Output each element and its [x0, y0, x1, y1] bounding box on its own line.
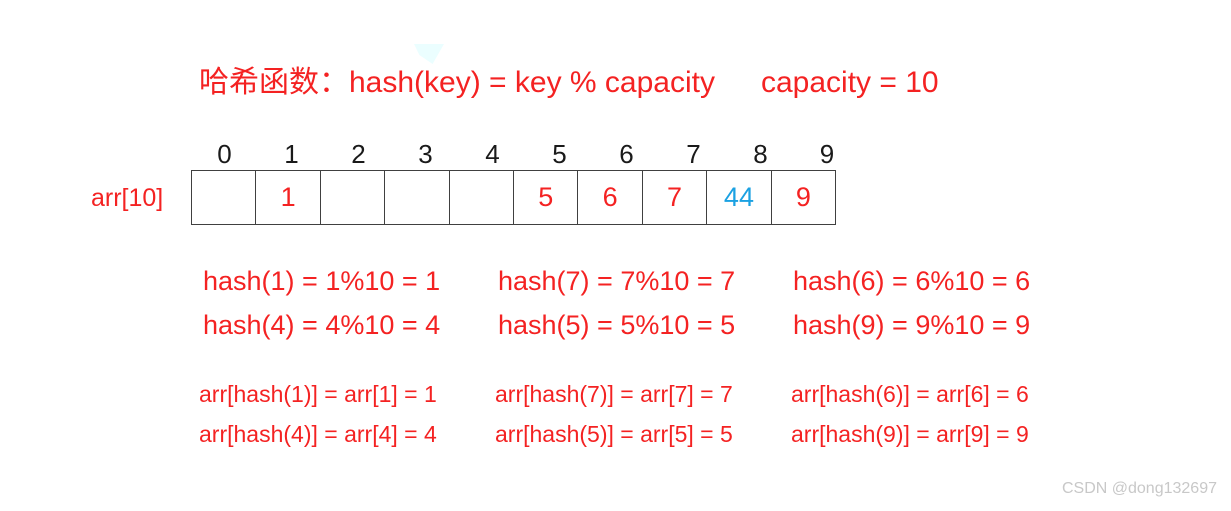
array-equation: arr[hash(9)] = arr[9] = 9 [791, 421, 1029, 447]
array-cell: 9 [795, 182, 811, 212]
array-index-label: 8 [753, 139, 768, 169]
hash-equation: hash(7) = 7%10 = 7 [498, 266, 736, 296]
array-cell [192, 171, 257, 224]
array-cell [321, 171, 386, 224]
array-equation: arr[hash(6)] = arr[6] = 6 [791, 381, 1029, 407]
array-index-label: 6 [619, 139, 634, 169]
hash-equations-row: hash(1) = 1%10 = 1 hash(7) = 7%10 = 7 ha… [203, 259, 1030, 303]
array-cell-highlighted: 44 [707, 171, 772, 224]
hash-equations-row: hash(4) = 4%10 = 4 hash(5) = 5%10 = 5 ha… [203, 303, 1030, 347]
array-name-label: arr[10] [91, 184, 164, 212]
array-index-label: 4 [485, 139, 500, 169]
array-cells-table: 1 5 6 7 44 9 [191, 170, 836, 225]
array-equations-row: arr[hash(1)] = arr[1] = 1 arr[hash(7)] =… [199, 374, 1029, 414]
array-index-label: 7 [686, 139, 701, 169]
hash-equation: hash(9) = 9%10 = 9 [793, 310, 1031, 340]
hash-equations-block: hash(1) = 1%10 = 1 hash(7) = 7%10 = 7 ha… [203, 259, 1030, 347]
array-cell: 6 [578, 171, 643, 224]
array-equation: arr[hash(5)] = arr[5] = 5 [495, 421, 733, 447]
cyan-cursor-artifact [414, 44, 444, 64]
array-index-label: 0 [217, 139, 232, 169]
array-cell [385, 171, 450, 224]
array-equation: arr[hash(7)] = arr[7] = 7 [495, 381, 733, 407]
capacity-value: capacity = 10 [761, 66, 939, 99]
hash-function-title: 哈希函数：hash(key) = key % capacity capacity … [199, 65, 939, 101]
hash-equation: hash(1) = 1%10 = 1 [203, 266, 441, 296]
hash-equation: hash(4) = 4%10 = 4 [203, 310, 441, 340]
array-diagram: 0 1 2 3 4 5 6 7 8 9 1 5 6 7 44 9 [191, 139, 860, 225]
hash-function-formula: 哈希函数：hash(key) = key % capacity [199, 66, 715, 99]
array-index-row: 0 1 2 3 4 5 6 7 8 9 [191, 139, 860, 170]
array-equation: arr[hash(1)] = arr[1] = 1 [199, 381, 437, 407]
array-cell: 5 [514, 171, 579, 224]
array-index-label: 1 [284, 139, 299, 169]
array-cell: 1 [256, 171, 321, 224]
array-index-label: 2 [351, 139, 366, 169]
array-index-label: 3 [418, 139, 433, 169]
array-assignment-equations-block: arr[hash(1)] = arr[1] = 1 arr[hash(7)] =… [199, 374, 1029, 454]
csdn-watermark: CSDN @dong132697 [1061, 480, 1217, 497]
array-cell [450, 171, 515, 224]
array-equation: arr[hash(4)] = arr[4] = 4 [199, 421, 437, 447]
array-equations-row: arr[hash(4)] = arr[4] = 4 arr[hash(5)] =… [199, 414, 1029, 454]
hash-equation: hash(6) = 6%10 = 6 [793, 266, 1031, 296]
hash-equation: hash(5) = 5%10 = 5 [498, 310, 736, 340]
array-index-label: 9 [819, 139, 835, 169]
array-cell: 7 [643, 171, 708, 224]
array-index-label: 5 [552, 139, 567, 169]
